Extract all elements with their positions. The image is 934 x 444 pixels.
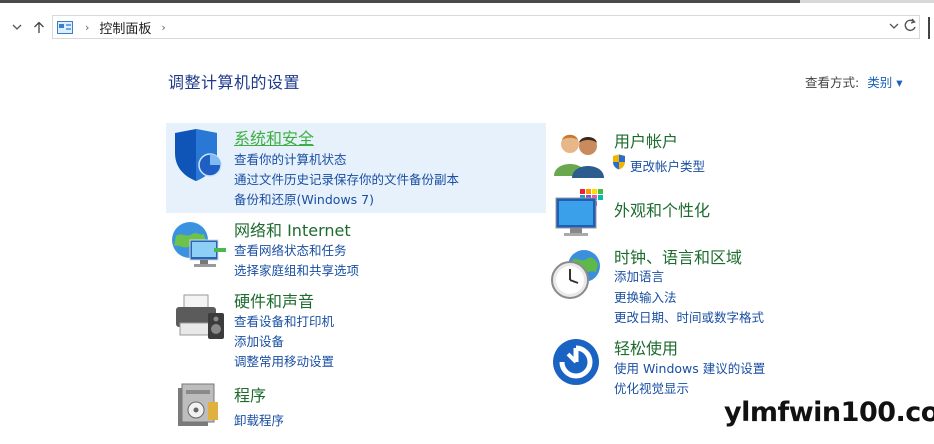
chevron-down-icon xyxy=(12,24,22,30)
clock-globe-icon xyxy=(551,250,600,299)
network-globe-icon xyxy=(172,222,226,267)
ease-of-access-icon xyxy=(553,339,599,385)
view-by: 查看方式: 类别 ▾ xyxy=(805,72,902,91)
printer-speaker-icon xyxy=(176,294,224,339)
programs-icon xyxy=(178,383,218,426)
navigation-bar: › 控制面板 › xyxy=(0,12,934,42)
link-uninstall-program[interactable]: 卸载程序 xyxy=(234,410,284,429)
link-backup-restore[interactable]: 备份和还原(Windows 7) xyxy=(234,189,374,208)
window-top-border xyxy=(0,0,934,3)
link-network-status-tasks[interactable]: 查看网络状态和任务 xyxy=(234,240,347,259)
appearance-monitor-icon xyxy=(555,188,604,236)
category-programs[interactable]: 程序 卸载程序 xyxy=(166,380,546,430)
address-bar[interactable]: › 控制面板 › xyxy=(52,15,920,39)
category-title-appearance[interactable]: 外观和个性化 xyxy=(614,197,710,221)
category-title-ease-of-access[interactable]: 轻松使用 xyxy=(614,335,678,359)
category-ease-of-access[interactable]: 轻松使用 使用 Windows 建议的设置 优化视觉显示 xyxy=(548,334,928,397)
view-by-dropdown[interactable]: 类别 ▾ xyxy=(867,75,902,90)
link-add-device[interactable]: 添加设备 xyxy=(234,331,284,350)
link-change-input-method[interactable]: 更换输入法 xyxy=(614,287,677,306)
link-mobility-settings[interactable]: 调整常用移动设置 xyxy=(234,351,334,370)
category-user-accounts[interactable]: 用户帐户 更改帐户类型 xyxy=(548,126,928,182)
category-network-internet[interactable]: 网络和 Internet 查看网络状态和任务 选择家庭组和共享选项 xyxy=(166,214,546,284)
breadcrumb-control-panel[interactable]: 控制面板 xyxy=(99,18,151,37)
shield-icon xyxy=(175,129,222,181)
category-clock-region[interactable]: 时钟、语言和区域 添加语言 更换输入法 更改日期、时间或数字格式 xyxy=(548,242,928,332)
address-dropdown-icon[interactable] xyxy=(889,19,899,33)
page-title: 调整计算机的设置 xyxy=(168,73,301,92)
view-by-label: 查看方式: xyxy=(805,75,860,90)
up-button[interactable] xyxy=(30,17,48,37)
category-appearance[interactable]: 外观和个性化 xyxy=(548,184,928,240)
breadcrumb-separator-end[interactable]: › xyxy=(161,21,165,34)
search-box-edge xyxy=(928,17,930,39)
category-title-user-accounts[interactable]: 用户帐户 xyxy=(614,128,678,152)
link-file-history-backup[interactable]: 通过文件历史记录保存你的文件备份副本 xyxy=(234,169,459,188)
category-title-system-security[interactable]: 系统和安全 xyxy=(234,125,314,149)
watermark-text: ylmfwin100.com xyxy=(724,397,934,428)
link-optimize-visual-display[interactable]: 优化视觉显示 xyxy=(614,378,689,397)
category-system-security[interactable]: 系统和安全 查看你的计算机状态 通过文件历史记录保存你的文件备份副本 备份和还原… xyxy=(166,123,546,213)
control-panel-icon xyxy=(57,20,73,34)
link-date-time-format[interactable]: 更改日期、时间或数字格式 xyxy=(614,307,764,326)
category-title-clock-region[interactable]: 时钟、语言和区域 xyxy=(614,244,742,268)
breadcrumb-separator[interactable]: › xyxy=(85,21,89,34)
link-change-account-type[interactable]: 更改帐户类型 xyxy=(630,156,705,175)
uac-shield-icon xyxy=(613,154,625,170)
arrow-up-icon xyxy=(34,21,44,33)
link-devices-printers[interactable]: 查看设备和打印机 xyxy=(234,311,334,330)
category-title-programs[interactable]: 程序 xyxy=(234,382,266,406)
category-title-hardware-sound[interactable]: 硬件和声音 xyxy=(234,288,314,312)
recent-locations-button[interactable] xyxy=(8,17,26,37)
link-homegroup-sharing[interactable]: 选择家庭组和共享选项 xyxy=(234,260,359,279)
link-add-language[interactable]: 添加语言 xyxy=(614,266,664,285)
link-windows-recommended-settings[interactable]: 使用 Windows 建议的设置 xyxy=(614,358,765,377)
category-title-network-internet[interactable]: 网络和 Internet xyxy=(234,217,351,241)
users-icon xyxy=(554,134,604,178)
refresh-icon[interactable] xyxy=(903,18,917,37)
category-hardware-sound[interactable]: 硬件和声音 查看设备和打印机 添加设备 调整常用移动设置 xyxy=(166,285,546,375)
link-view-computer-status[interactable]: 查看你的计算机状态 xyxy=(234,149,347,168)
